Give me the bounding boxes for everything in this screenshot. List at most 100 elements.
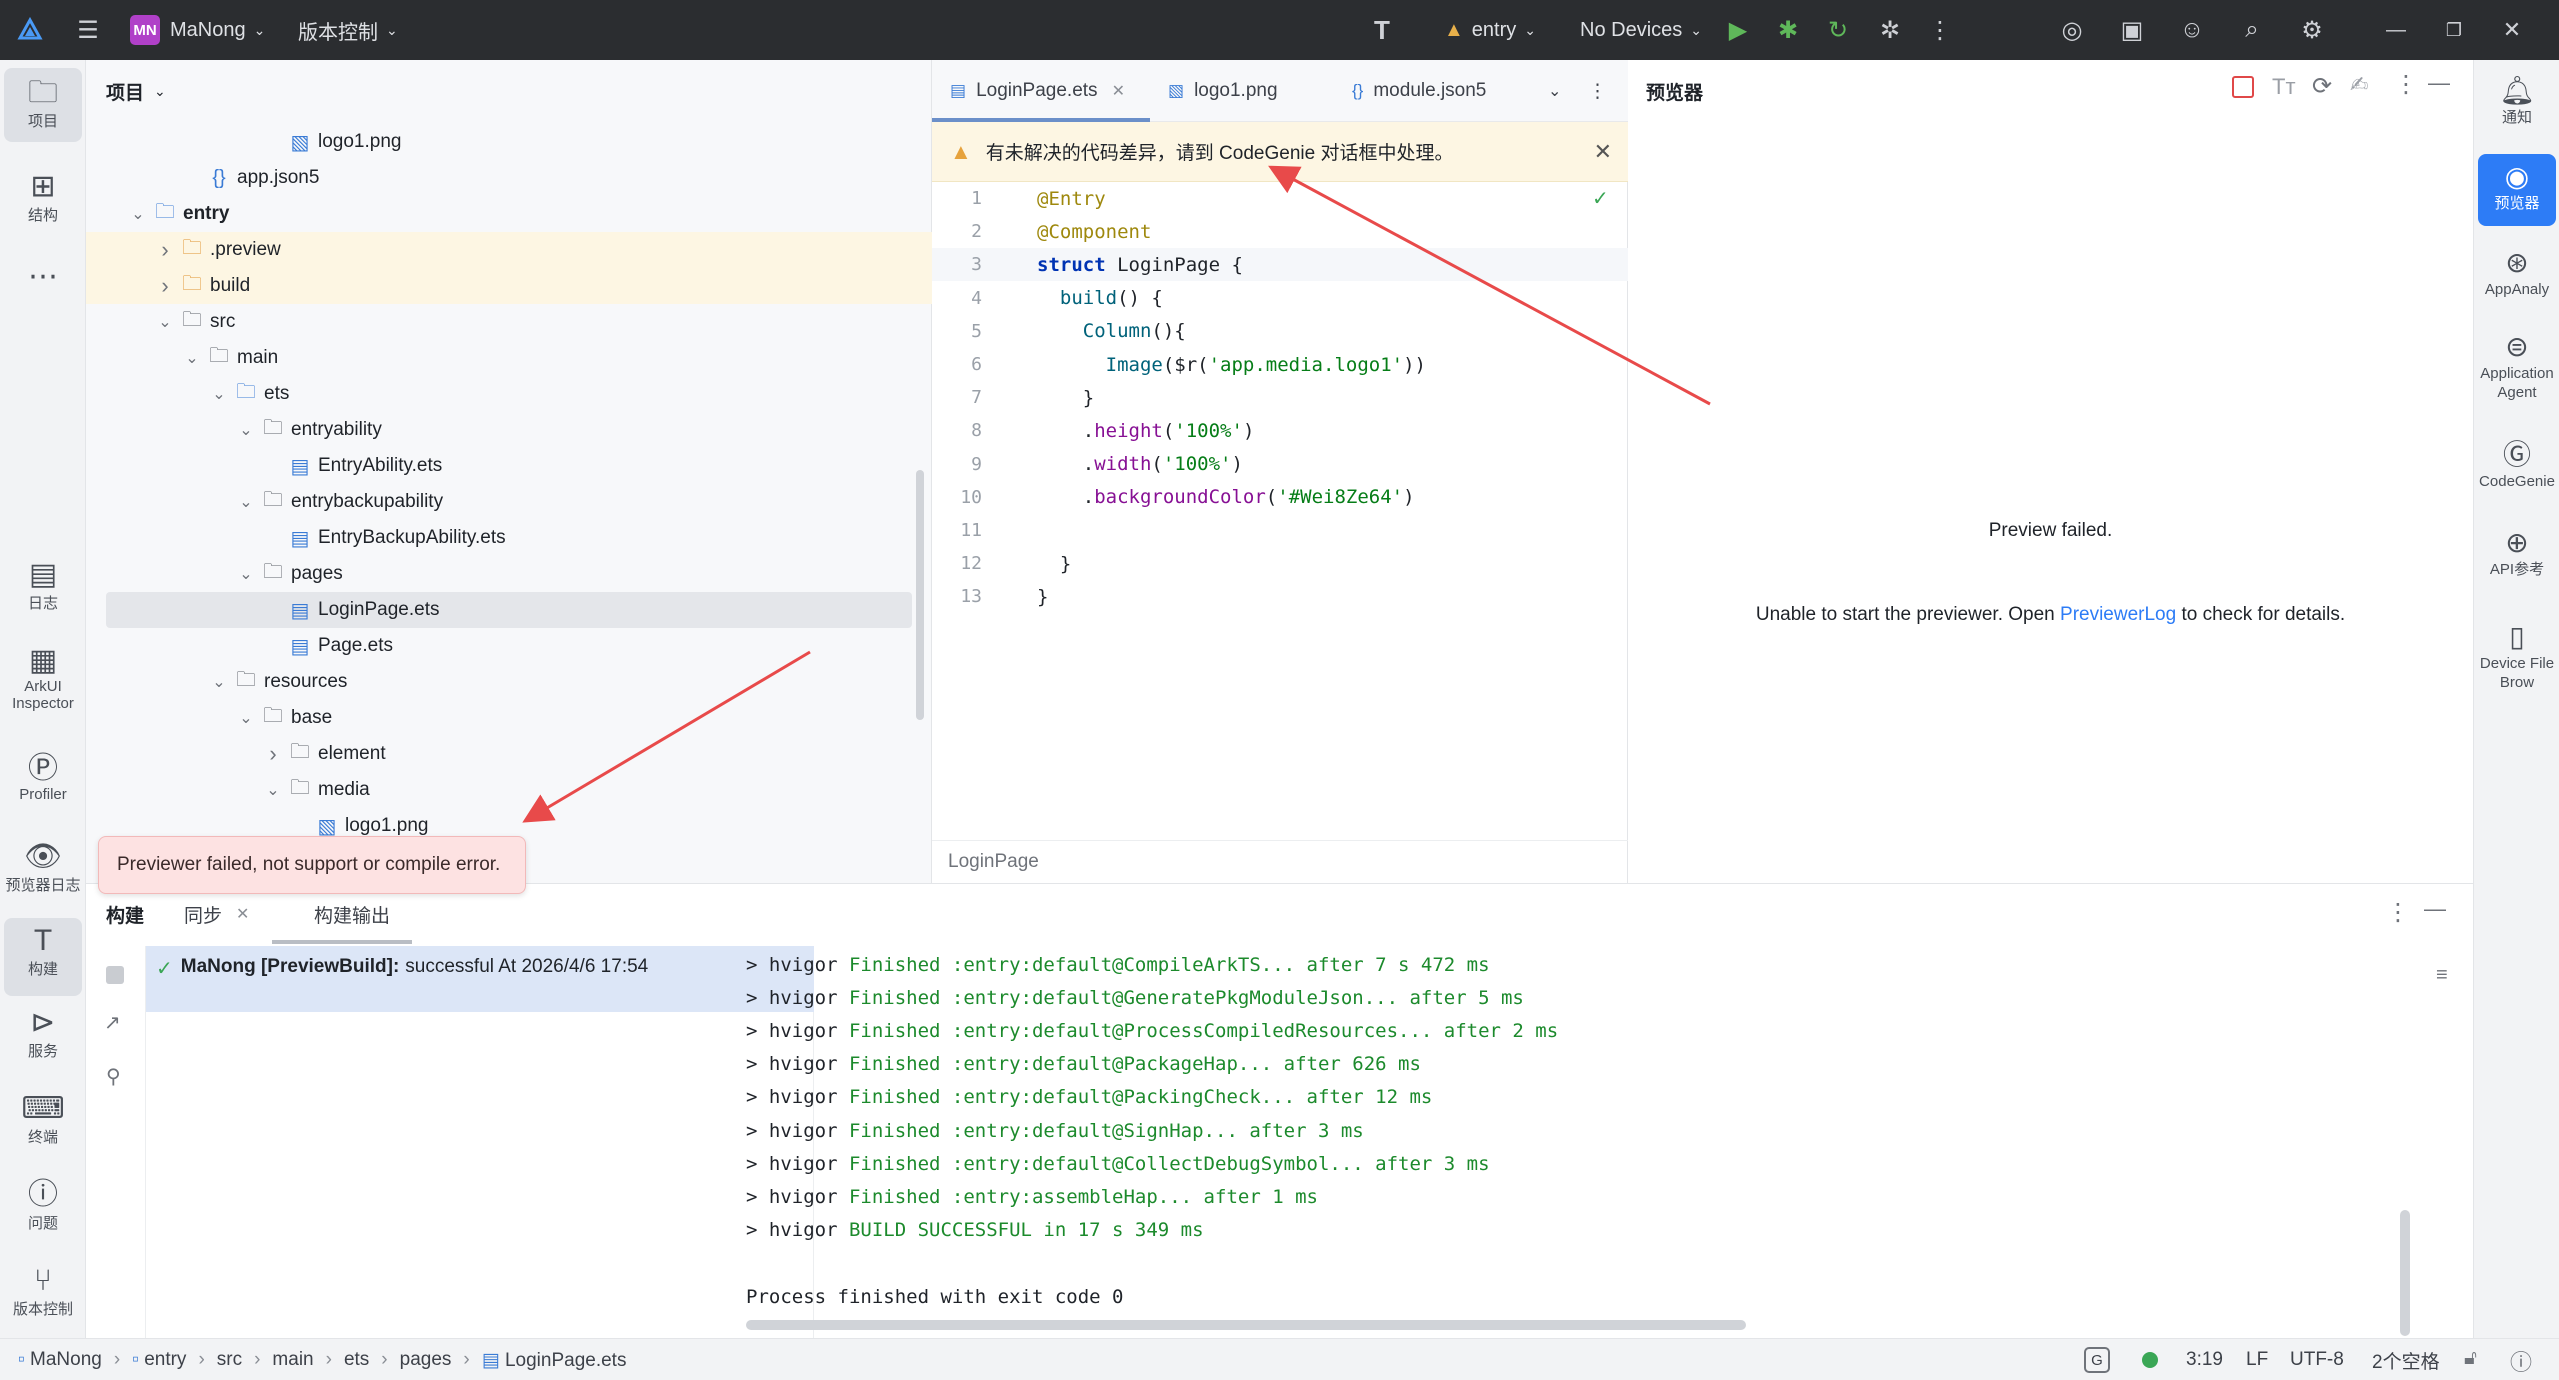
build-output-console[interactable]: > hvigor Finished :entry:default@Compile… [86,946,2473,1339]
tree-item[interactable]: ▧ logo1.png [86,124,932,160]
file-encoding[interactable]: UTF-8 [2290,1339,2344,1380]
tool-device-file-browser[interactable]: ▯ Device File Brow [2478,620,2556,720]
code-line[interactable]: 9 .width('100%') [932,448,1628,481]
code-line[interactable]: 10 .backgroundColor('#Wei8Ze64') [932,481,1628,514]
tree-item[interactable]: ⌄ 🗀 src [86,304,932,340]
tree-item[interactable]: ⌄ 🗀 ets [86,376,932,412]
close-tab-icon[interactable]: ✕ [1112,81,1125,101]
tool-previewer-log[interactable]: 👁 预览器日志 [4,840,82,914]
apply-changes-icon[interactable]: ↻ [1822,14,1854,46]
code-line[interactable]: 2 @Component [932,215,1628,248]
breadcrumb-item[interactable]: ets [344,1349,369,1371]
code-line[interactable]: 13} [932,580,1628,613]
editor-more-icon[interactable]: ⋮ [1588,60,1607,122]
code-area[interactable]: 1 @Entry 2 @Component 3 struct LoginPage {4 b… [932,182,1628,802]
tab-loginpage[interactable]: ▤ LoginPage.ets ✕ [950,60,1125,122]
tool-log[interactable]: ▤ 日志 [4,558,82,632]
chevron-right-icon[interactable]: › [152,237,178,263]
chevron-down-icon[interactable]: ⌄ [260,780,286,800]
tool-notifications[interactable]: 🔔︎ 通知 [2478,68,2556,144]
attach-debugger-icon[interactable]: ✲ [1874,14,1906,46]
tool-structure[interactable]: ⊞ 结构 [4,170,82,244]
no-problems-check-icon[interactable]: ✓ [1592,186,1609,211]
module-selector[interactable]: ▲ entry ⌄ [1444,0,1536,60]
tree-item[interactable]: ⌄ 🗀 entrybackupability [86,484,932,520]
tool-build[interactable]: T 构建 [4,918,82,996]
chevron-down-icon[interactable]: ⌄ [179,348,205,368]
device-selector[interactable]: No Devices ⌄ [1580,0,1702,60]
code-line[interactable]: 8 .height('100%') [932,414,1628,447]
chevron-down-icon[interactable]: ⌄ [152,312,178,332]
chevron-right-icon[interactable]: › [260,741,286,767]
stop-icon[interactable] [2232,76,2254,98]
tool-services[interactable]: ⊳ 服务 [4,1006,82,1080]
hide-panel-icon[interactable]: — [2428,70,2450,96]
tool-api-reference[interactable]: ⊕ API参考 [2478,526,2556,602]
tool-codegenie[interactable]: Ⓖ CodeGenie [2478,438,2556,514]
code-line[interactable]: 12 } [932,547,1628,580]
breadcrumb-item[interactable]: ▫ MaNong [18,1349,102,1371]
line-separator[interactable]: LF [2246,1339,2268,1380]
lock-icon[interactable]: 🔓︎ [2464,1347,2477,1370]
output-horizontal-scrollbar[interactable] [746,1320,1746,1330]
breadcrumb-item[interactable]: LoginPage [948,851,1039,873]
tree-item[interactable]: ⌄ 🗀 pages [86,556,932,592]
chevron-down-icon[interactable]: ⌄ [125,204,151,224]
output-vertical-scrollbar[interactable] [2400,1210,2410,1336]
breadcrumb-item[interactable]: pages [400,1349,452,1371]
tree-item[interactable]: ⌄ 🗀 base [86,700,932,736]
tree-item[interactable]: › 🗀 build [86,268,932,304]
chevron-down-icon[interactable]: ⌄ [233,420,259,440]
chevron-down-icon[interactable]: ⌄ [206,672,232,692]
tree-item[interactable]: ▤ LoginPage.ets [106,592,912,628]
breadcrumb-item[interactable]: ▫ entry [132,1349,186,1371]
hide-panel-icon[interactable]: — [2424,896,2446,922]
tree-item[interactable]: ⌄ 🗀 resources [86,664,932,700]
vcs-menu[interactable]: 版本控制 ⌄ [298,0,398,60]
tab-module-json[interactable]: {} module.json5 [1352,60,1486,122]
chevron-right-icon[interactable]: › [152,273,178,299]
tool-more[interactable]: ⋯ [4,260,82,304]
tree-item[interactable]: ⌄ 🗀 main [86,340,932,376]
tree-item[interactable]: ⌄ 🗀 media [86,772,932,808]
tree-item[interactable]: › 🗀 .preview [86,232,932,268]
tree-item[interactable]: ▤ EntryBackupAbility.ets [86,520,932,556]
tree-item[interactable]: {} app.json5 [86,160,932,196]
chevron-down-icon[interactable]: ⌄ [206,384,232,404]
tool-application-agent[interactable]: ⊜ Application Agent [2478,330,2556,430]
search-icon[interactable]: ⌕ [2236,14,2268,46]
tool-project[interactable]: 🗀 项目 [4,68,82,142]
chevron-down-icon[interactable]: ⌄ [233,492,259,512]
chevron-down-icon[interactable]: ⌄ [233,564,259,584]
more-actions-icon[interactable]: ⋮ [1924,14,1956,46]
account-icon[interactable]: ☺ [2176,14,2208,46]
chevron-down-icon[interactable]: ⌄ [233,708,259,728]
run-icon[interactable]: ▶ [1722,14,1754,46]
main-menu-icon[interactable]: ☰ [72,14,104,46]
breadcrumb-item[interactable]: ▤ LoginPage.ets [482,1349,627,1372]
tab-logo1[interactable]: ▧ logo1.png [1168,60,1278,122]
tree-item[interactable]: ⌄ 🗀 entryability [86,412,932,448]
project-structure-icon[interactable]: ▣ [2116,14,2148,46]
tree-item[interactable]: › 🗀 element [86,736,932,772]
text-size-icon[interactable]: Tт [2272,74,2296,100]
code-line[interactable]: 5 Column(){ [932,315,1628,348]
codegenie-status-icon[interactable]: G [2084,1347,2110,1373]
code-line[interactable]: 1 @Entry [932,182,1628,215]
refresh-icon[interactable]: ⟳ [2312,72,2332,101]
tool-problems[interactable]: ⓘ 问题 [4,1178,82,1252]
target-icon[interactable]: ◎ [2056,14,2088,46]
connection-status-indicator[interactable] [2142,1352,2158,1368]
breadcrumb-item[interactable]: src [217,1349,242,1371]
soft-wrap-icon[interactable]: ≡ [2436,964,2448,987]
code-line[interactable]: 4 build() { [932,282,1628,315]
project-panel-header[interactable]: 项目 ⌄ [106,60,166,122]
tool-previewer[interactable]: ◉ 预览器 [2478,154,2556,226]
code-line[interactable]: 6 Image($r('app.media.logo1')) [932,348,1628,381]
previewer-more-icon[interactable]: ⋮ [2394,70,2418,99]
previewer-log-link[interactable]: PreviewerLog [2060,604,2176,625]
tool-app-analyzer[interactable]: ⊛ AppAnaly [2478,246,2556,322]
tab-list-chevron-icon[interactable]: ⌄ [1548,60,1561,122]
close-tab-icon[interactable]: ✕ [236,904,249,924]
indent-setting[interactable]: 2个空格 [2372,1339,2440,1380]
